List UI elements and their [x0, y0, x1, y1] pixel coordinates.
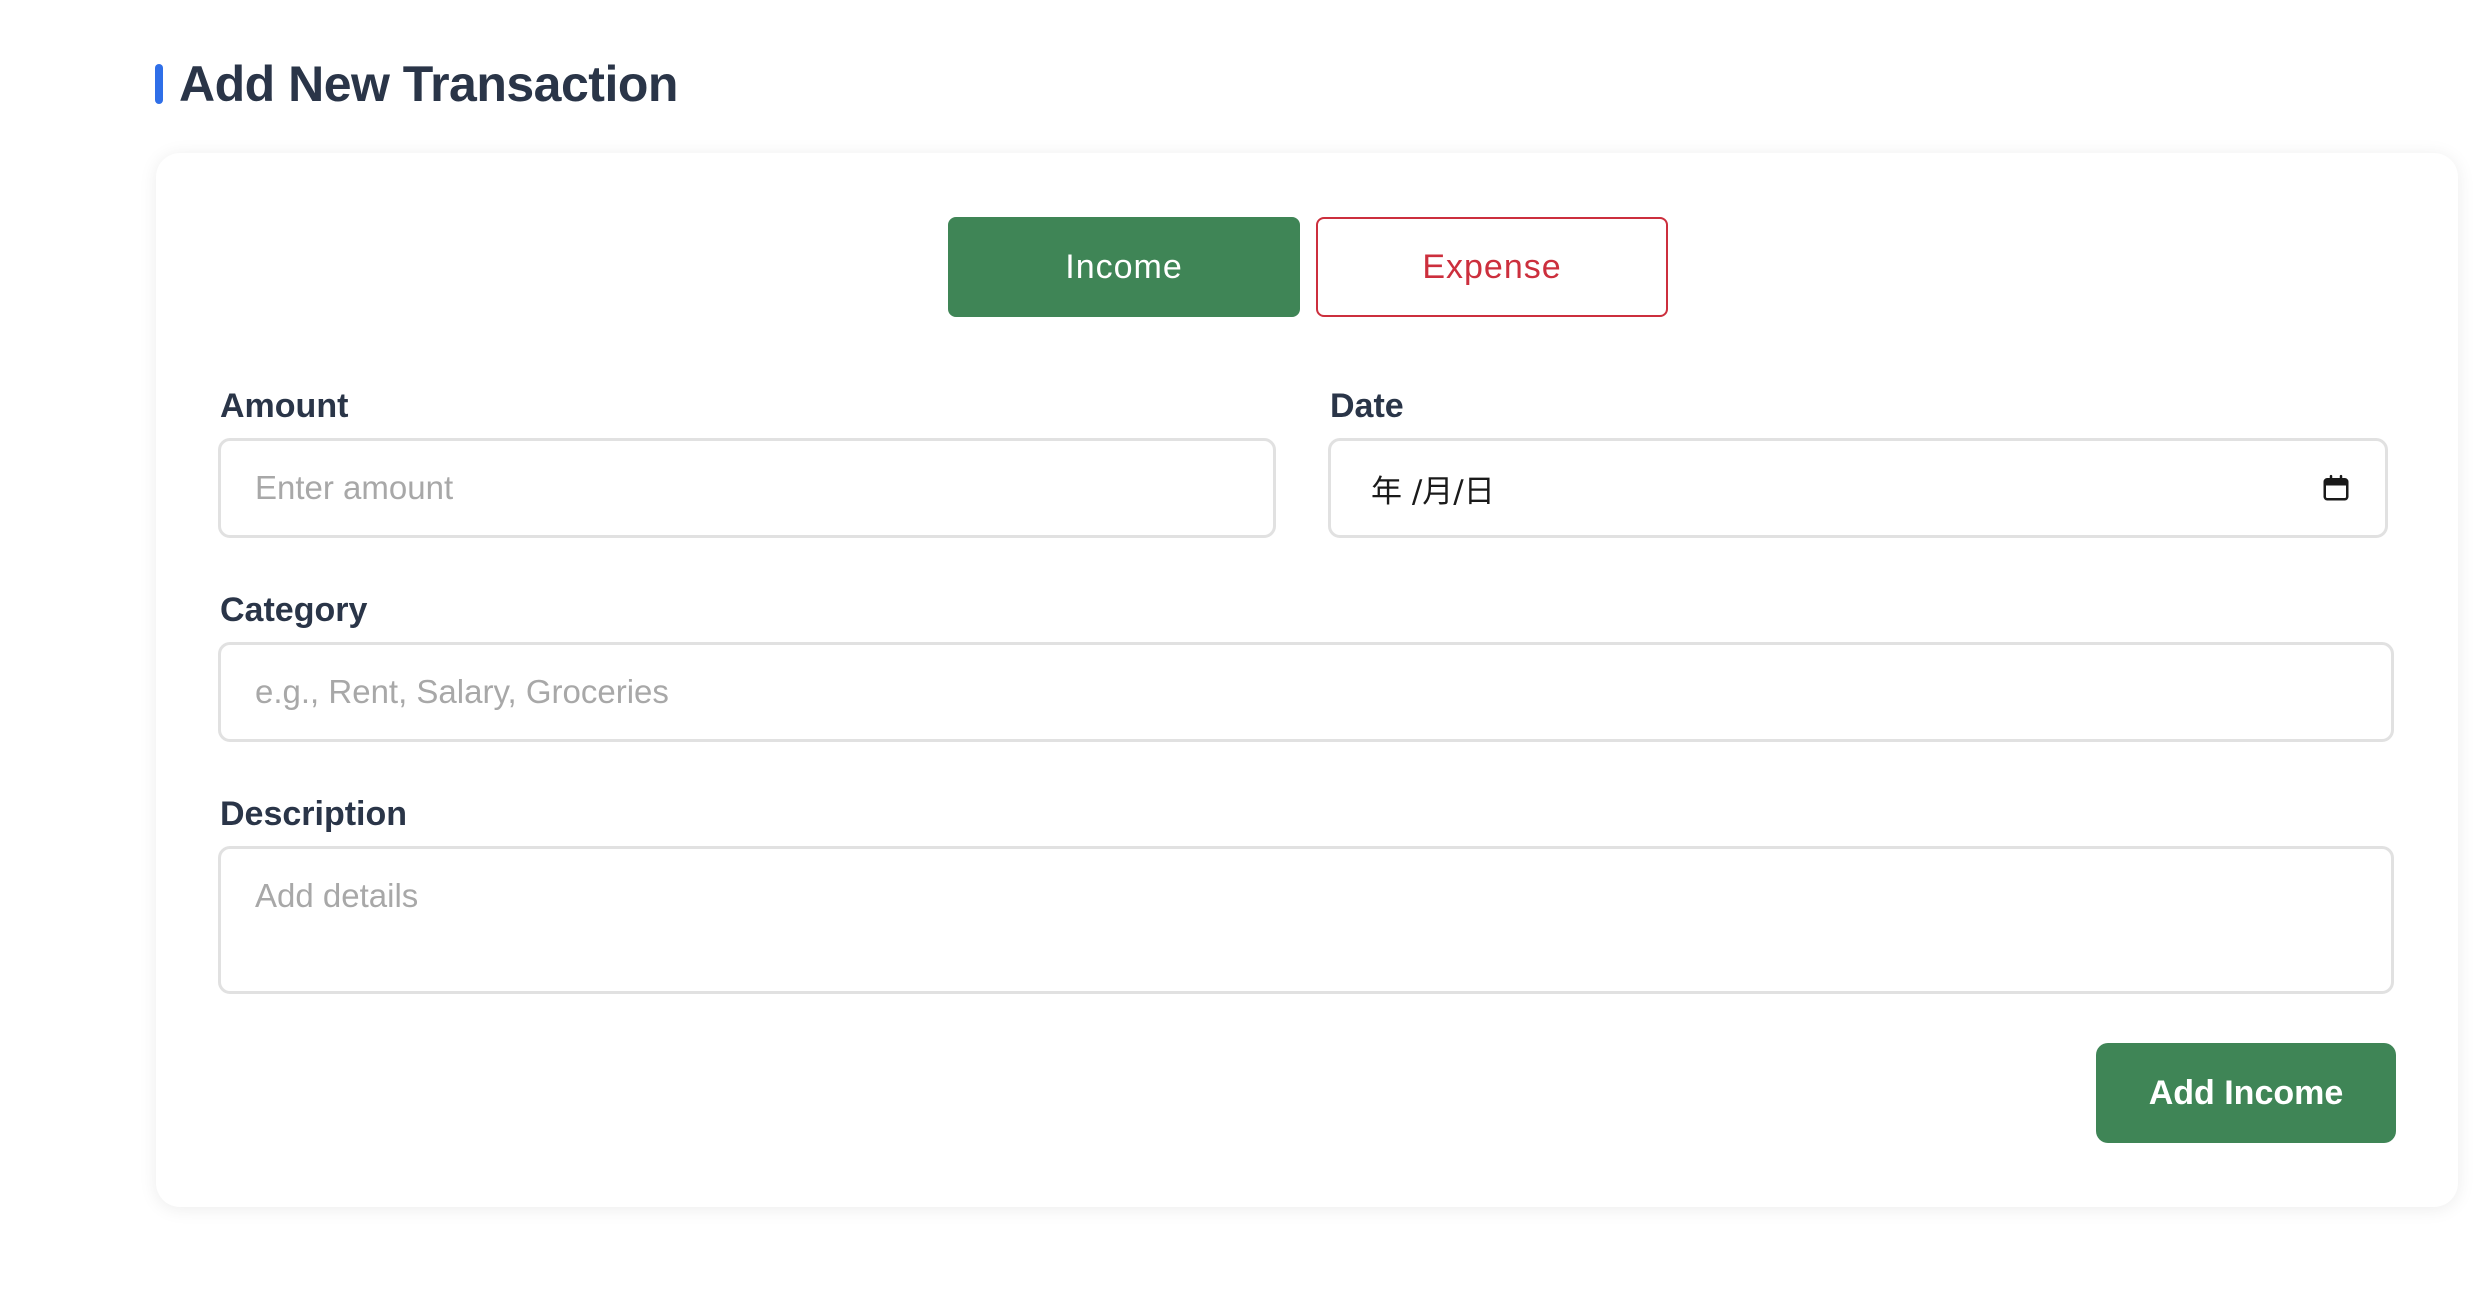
date-input[interactable]: 年 /月/日 [1328, 438, 2388, 538]
transaction-form-card: Income Expense Amount Date 年 /月/日 Catego… [156, 153, 2458, 1207]
category-label: Category [220, 591, 368, 629]
add-income-button[interactable]: Add Income [2096, 1043, 2396, 1143]
description-textarea[interactable] [218, 846, 2394, 994]
date-display: 年 /月/日 [1371, 473, 1495, 510]
title-accent-bar [155, 64, 163, 104]
expense-toggle-button[interactable]: Expense [1316, 217, 1668, 317]
transaction-type-toggle: Income Expense [948, 217, 1668, 317]
amount-label: Amount [220, 387, 349, 425]
date-label: Date [1330, 387, 1404, 425]
page-header: Add New Transaction [155, 50, 678, 118]
description-label: Description [220, 795, 408, 833]
amount-input[interactable] [218, 438, 1276, 538]
category-input[interactable] [218, 642, 2394, 742]
income-toggle-button[interactable]: Income [948, 217, 1300, 317]
page-title: Add New Transaction [179, 56, 678, 112]
calendar-icon[interactable] [2321, 473, 2351, 503]
